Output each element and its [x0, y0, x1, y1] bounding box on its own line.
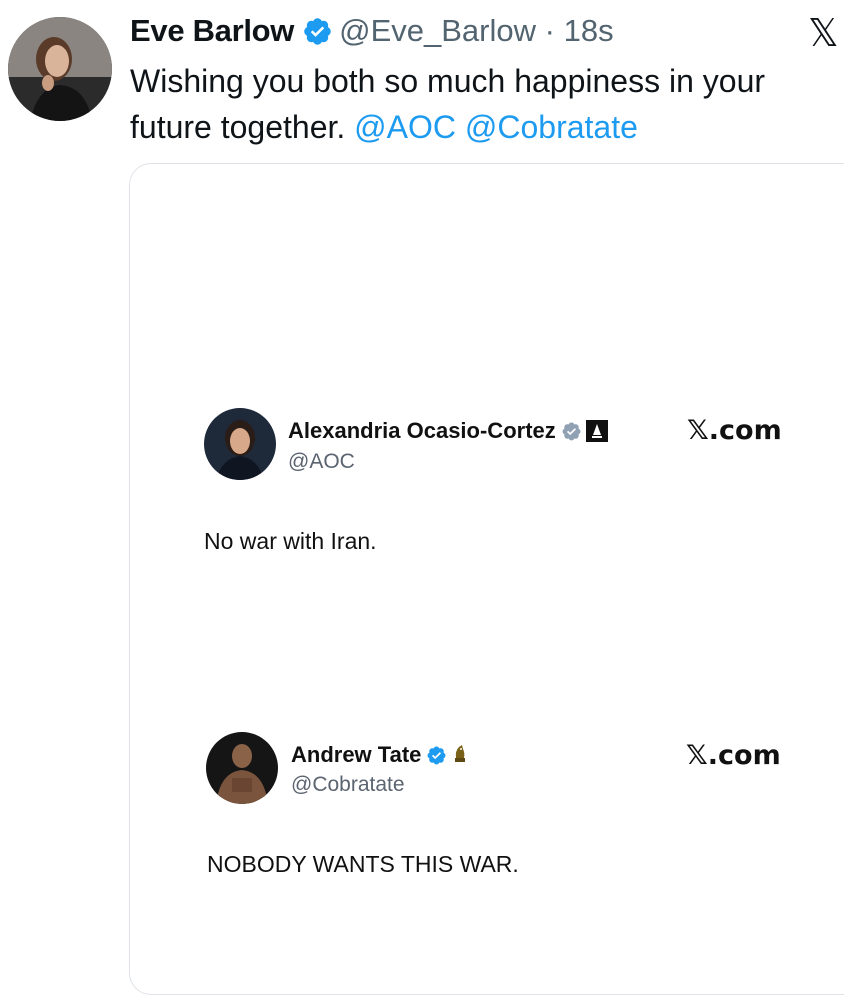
aoc-x-com-label: 𝕏.com: [687, 415, 782, 446]
timestamp[interactable]: 18s: [564, 13, 614, 49]
coin-badge-icon: [453, 743, 467, 768]
tweet-text: Wishing you both so much happiness in yo…: [130, 58, 840, 150]
mention-aoc[interactable]: @AOC: [354, 109, 456, 145]
aoc-tweet-text: No war with Iran.: [204, 528, 377, 554]
author-avatar[interactable]: [8, 17, 112, 121]
author-handle[interactable]: @Eve_Barlow: [339, 13, 536, 49]
verified-badge-icon: [561, 421, 582, 442]
tate-x-com-label: 𝕏.com: [686, 740, 781, 771]
aoc-avatar: [204, 408, 276, 480]
quoted-media-card[interactable]: Alexandria Ocasio-Cortez @AOC 𝕏.com No w…: [129, 163, 844, 995]
affiliate-badge-icon: [585, 420, 608, 442]
author-line: Eve Barlow @Eve_Barlow · 18s: [130, 6, 614, 56]
aoc-handle: @AOC: [288, 450, 355, 473]
tate-avatar: [206, 732, 278, 804]
tate-display-name: Andrew Tate: [291, 742, 422, 767]
verified-badge-icon: [426, 745, 447, 766]
tate-tweet-text: NOBODY WANTS THIS WAR.: [207, 851, 519, 877]
tate-name-line: Andrew Tate: [291, 742, 467, 768]
verified-badge-icon: [302, 16, 333, 47]
author-display-name[interactable]: Eve Barlow: [130, 13, 294, 49]
x-logo-icon: 𝕏: [808, 11, 839, 55]
mention-cobratate[interactable]: @Cobratate: [465, 109, 638, 145]
tate-handle: @Cobratate: [291, 773, 405, 796]
separator-dot: ·: [544, 13, 555, 48]
aoc-display-name: Alexandria Ocasio-Cortez: [288, 418, 556, 443]
aoc-name-line: Alexandria Ocasio-Cortez: [288, 418, 608, 444]
